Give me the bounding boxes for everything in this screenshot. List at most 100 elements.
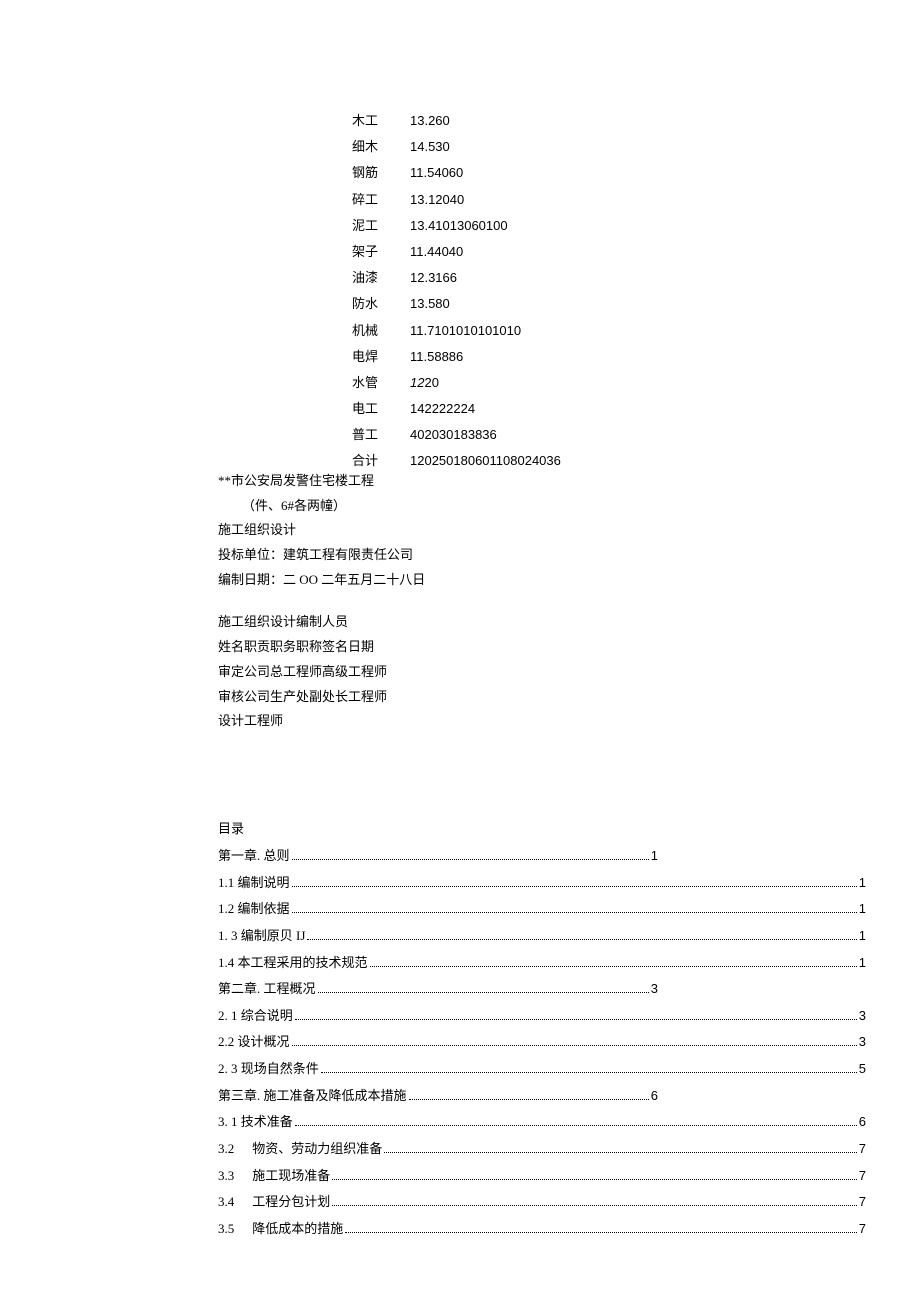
row-label: 油漆 — [352, 269, 410, 287]
personnel-title: 施工组织设计编制人员 — [218, 610, 898, 635]
toc-label: 第二章. 工程概况 — [218, 976, 316, 1003]
table-row: 碎工13.12040 — [352, 191, 561, 209]
header-line-1: **市公安局发警住宅楼工程 — [218, 469, 898, 494]
toc-page: 1 — [859, 870, 866, 897]
row-value: 402030183836 — [410, 426, 497, 444]
toc-label: 1. 3 编制原贝 IJ — [218, 923, 305, 950]
toc-page: 7 — [859, 1136, 866, 1163]
toc-label: 工程分包计划 — [252, 1189, 330, 1216]
toc-dots — [370, 966, 857, 967]
toc-entry: 1. 3 编制原贝 IJ 1 — [218, 923, 866, 950]
row-label: 水管 — [352, 374, 410, 392]
header-line-4: 投标单位：建筑工程有限责任公司 — [218, 543, 898, 568]
toc-page: 3 — [859, 1029, 866, 1056]
toc-dots — [292, 859, 649, 860]
toc-label: 降低成本的措施 — [252, 1216, 343, 1243]
row-label: 架子 — [352, 243, 410, 261]
toc-number: 3.5 — [218, 1216, 252, 1243]
toc-dots — [332, 1205, 857, 1206]
toc-label: 2. 1 综合说明 — [218, 1003, 293, 1030]
toc-entry: 3.5降低成本的措施 7 — [218, 1216, 866, 1243]
toc-entry: 3.4工程分包计划 7 — [218, 1189, 866, 1216]
personnel-line-1: 姓名职贡职务职称签名日期 — [218, 635, 898, 660]
table-row: 机械11.7101010101010 — [352, 322, 561, 340]
table-row: 钢筋11.54060 — [352, 164, 561, 182]
toc-label: 2. 3 现场自然条件 — [218, 1056, 319, 1083]
table-of-contents: 目录 第一章. 总则11.1 编制说明11.2 编制依据11. 3 编制原贝 I… — [218, 818, 866, 1243]
toc-page: 6 — [651, 1083, 658, 1110]
header-line-3: 施工组织设计 — [218, 518, 898, 543]
personnel-line-3: 审核公司生产处副处长工程师 — [218, 685, 898, 710]
row-label: 钢筋 — [352, 164, 410, 182]
toc-dots — [318, 992, 649, 993]
row-value: 11.54060 — [410, 164, 463, 182]
toc-page: 7 — [859, 1163, 866, 1190]
toc-label: 1.4 本工程采用的技术规范 — [218, 950, 368, 977]
toc-dots — [292, 912, 857, 913]
toc-page: 1 — [859, 923, 866, 950]
toc-entry: 1.4 本工程采用的技术规范1 — [218, 950, 866, 977]
row-label: 细木 — [352, 138, 410, 156]
row-value: 11.58886 — [410, 348, 463, 366]
toc-label: 第三章. 施工准备及降低成本措施 — [218, 1083, 407, 1110]
table-row: 泥工13.41013060100 — [352, 217, 561, 235]
row-label: 合计 — [352, 452, 410, 470]
row-value: 11.44040 — [410, 243, 463, 261]
toc-label: 1.2 编制依据 — [218, 896, 290, 923]
toc-page: 3 — [859, 1003, 866, 1030]
toc-dots — [292, 886, 857, 887]
toc-label: 第一章. 总则 — [218, 843, 290, 870]
toc-number: 3.4 — [218, 1189, 252, 1216]
table-row: 木工13.260 — [352, 112, 561, 130]
row-value: 120250180601108024036 — [410, 452, 561, 470]
toc-dots — [292, 1045, 857, 1046]
table-row: 合计120250180601108024036 — [352, 452, 561, 470]
toc-entry: 3.2物资、劳动力组织准备7 — [218, 1136, 866, 1163]
toc-entry: 1.1 编制说明1 — [218, 870, 866, 897]
toc-dots — [384, 1152, 857, 1153]
toc-page: 6 — [859, 1109, 866, 1136]
row-value: 14.530 — [410, 138, 450, 156]
table-row: 防水13.580 — [352, 295, 561, 313]
toc-page: 7 — [859, 1189, 866, 1216]
toc-entry: 第一章. 总则 1 — [218, 843, 658, 870]
toc-entry: 第二章. 工程概况 3 — [218, 976, 658, 1003]
toc-page: 1 — [651, 843, 658, 870]
toc-entry: 第三章. 施工准备及降低成本措施 6 — [218, 1083, 658, 1110]
data-table: 木工13.260细木14.530钢筋11.54060碎工13.12040泥工13… — [352, 112, 561, 479]
table-row: 细木14.530 — [352, 138, 561, 156]
row-label: 机械 — [352, 322, 410, 340]
row-label: 碎工 — [352, 191, 410, 209]
table-row: 架子11.44040 — [352, 243, 561, 261]
toc-dots — [307, 939, 856, 940]
toc-label: 3. 1 技术准备 — [218, 1109, 293, 1136]
row-label: 普工 — [352, 426, 410, 444]
row-label: 防水 — [352, 295, 410, 313]
toc-page: 7 — [859, 1216, 866, 1243]
table-row: 电工142222224 — [352, 400, 561, 418]
toc-title: 目录 — [218, 818, 866, 837]
row-value: 13.41013060100 — [410, 217, 508, 235]
table-row: 水管1220 — [352, 374, 561, 392]
toc-entry: 2. 3 现场自然条件 5 — [218, 1056, 866, 1083]
row-value: 12.3166 — [410, 269, 457, 287]
toc-entry: 3.3施工现场准备7 — [218, 1163, 866, 1190]
personnel-line-4: 设计工程师 — [218, 709, 898, 734]
toc-page: 3 — [651, 976, 658, 1003]
header-line-5: 编制日期：二 OO 二年五月二十八日 — [218, 568, 898, 593]
toc-dots — [345, 1232, 857, 1233]
toc-label: 2.2 设计概况 — [218, 1029, 290, 1056]
table-row: 普工402030183836 — [352, 426, 561, 444]
row-value: 13.580 — [410, 295, 450, 313]
table-row: 油漆12.3166 — [352, 269, 561, 287]
toc-dots — [409, 1099, 649, 1100]
row-value: 13.260 — [410, 112, 450, 130]
row-label: 木工 — [352, 112, 410, 130]
document-body: **市公安局发警住宅楼工程 （件、6#各两幢） 施工组织设计 投标单位：建筑工程… — [218, 469, 898, 734]
toc-entry: 2.2 设计概况 3 — [218, 1029, 866, 1056]
toc-entry: 3. 1 技术准备 6 — [218, 1109, 866, 1136]
toc-number: 3.3 — [218, 1163, 252, 1190]
toc-page: 5 — [859, 1056, 866, 1083]
row-label: 泥工 — [352, 217, 410, 235]
toc-number: 3.2 — [218, 1136, 252, 1163]
